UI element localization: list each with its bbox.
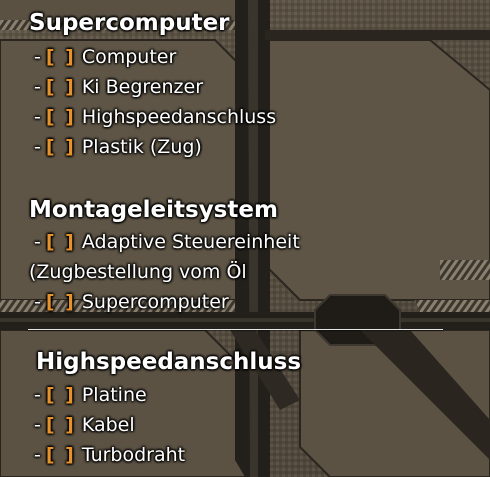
item-label: Supercomputer	[81, 291, 229, 313]
item-label: Computer	[81, 46, 177, 68]
todo-list-overlay: Supercomputer -[ ] Computer -[ ] Ki Begren…	[0, 0, 490, 477]
item-label: Turbodraht	[81, 444, 186, 466]
checkbox[interactable]: [ ]	[46, 291, 76, 313]
checkbox[interactable]: [ ]	[46, 106, 76, 128]
list-dash: -	[34, 384, 41, 406]
todo-item-kabel[interactable]: -[ ] Kabel	[34, 413, 135, 437]
list-dash: -	[34, 231, 41, 253]
checkbox[interactable]: [ ]	[46, 444, 76, 466]
todo-item-ki-begrenzer[interactable]: -[ ] Ki Begrenzer	[34, 75, 203, 99]
todo-item-computer[interactable]: -[ ] Computer	[34, 45, 176, 69]
checkbox[interactable]: [ ]	[46, 46, 76, 68]
item-label: Highspeedanschluss	[81, 106, 277, 128]
section-title-montageleitsystem: Montageleitsystem	[29, 197, 278, 223]
todo-item-platine[interactable]: -[ ] Platine	[34, 383, 147, 407]
todo-item-supercomputer[interactable]: -[ ] Supercomputer	[34, 290, 229, 314]
item-label: Ki Begrenzer	[81, 76, 204, 98]
todo-item-turbodraht[interactable]: -[ ] Turbodraht	[34, 443, 185, 467]
todo-item-highspeedanschluss[interactable]: -[ ] Highspeedanschluss	[34, 105, 276, 129]
section-divider	[28, 329, 443, 330]
section-title-highspeedanschluss: Highspeedanschluss	[36, 349, 302, 375]
item-label: Kabel	[81, 414, 135, 436]
section-title-supercomputer: Supercomputer	[29, 10, 230, 36]
list-dash: -	[34, 414, 41, 436]
checkbox[interactable]: [ ]	[46, 414, 76, 436]
item-label: Platine	[81, 384, 147, 406]
list-dash: -	[34, 46, 41, 68]
todo-item-adaptive-steuereinheit[interactable]: -[ ] Adaptive Steuereinheit	[34, 230, 300, 254]
item-label: Adaptive Steuereinheit	[81, 231, 300, 253]
list-dash: -	[34, 136, 41, 158]
checkbox[interactable]: [ ]	[46, 76, 76, 98]
list-dash: -	[34, 444, 41, 466]
list-dash: -	[34, 291, 41, 313]
item-continuation-text: (Zugbestellung vom Öl	[29, 261, 247, 283]
checkbox[interactable]: [ ]	[46, 136, 76, 158]
item-label: Plastik (Zug)	[81, 136, 202, 158]
list-dash: -	[34, 106, 41, 128]
list-dash: -	[34, 76, 41, 98]
checkbox[interactable]: [ ]	[46, 231, 76, 253]
todo-item-plastik[interactable]: -[ ] Plastik (Zug)	[34, 135, 202, 159]
checkbox[interactable]: [ ]	[46, 384, 76, 406]
